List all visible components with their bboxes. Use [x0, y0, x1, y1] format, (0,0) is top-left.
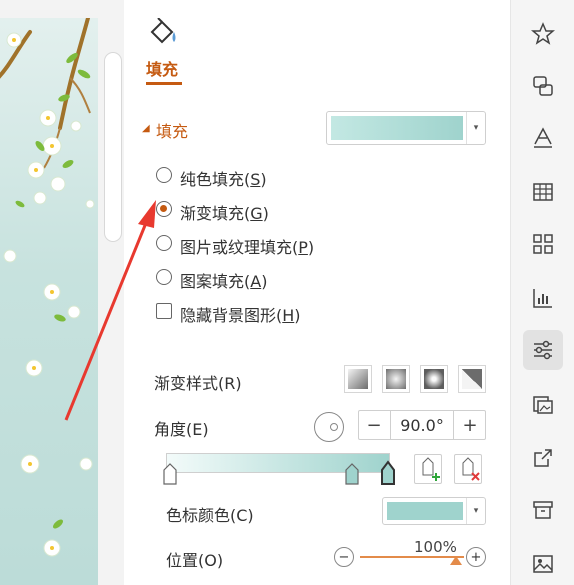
sidebar-archive[interactable] [523, 490, 563, 530]
tab-fill[interactable]: 填充 [146, 56, 178, 80]
collapse-triangle-icon[interactable]: ◢ [142, 123, 150, 134]
tab-fill-underline [146, 82, 182, 85]
slide-scrollbar-thumb[interactable] [104, 52, 122, 242]
gradient-path-swatch [462, 369, 482, 389]
right-tool-sidebar [510, 0, 574, 585]
sidebar-apps[interactable] [523, 224, 563, 264]
gradient-path-button[interactable] [458, 365, 486, 393]
option-label-end: ) [307, 238, 315, 257]
position-slider-thumb[interactable] [450, 556, 462, 565]
gradient-linear-button[interactable] [344, 365, 372, 393]
section-fill-label[interactable]: 填充 [156, 118, 188, 142]
stop-color-label: 色标颜色(C) [166, 506, 254, 525]
image-icon [533, 555, 553, 573]
gradient-stop-start[interactable] [163, 463, 177, 485]
grid-apps-icon [533, 234, 553, 254]
paint-bucket-icon[interactable] [148, 17, 180, 46]
position-decrement-button[interactable]: − [334, 547, 354, 567]
delete-gradient-stop-button[interactable] [454, 454, 482, 484]
fill-color-dropdown[interactable]: ▾ [326, 111, 486, 145]
gradient-rectangular-button[interactable] [420, 365, 448, 393]
option-shortcut: A [250, 272, 262, 291]
angle-stepper[interactable]: − 90.0° + [358, 410, 486, 440]
radio-button-selected[interactable] [156, 201, 172, 217]
option-shortcut: S [250, 170, 261, 189]
position-value: 100% [414, 538, 457, 556]
archive-box-icon [533, 501, 553, 519]
chevron-down-icon[interactable]: ▾ [466, 498, 485, 524]
checkbox-label-end: ) [294, 306, 301, 325]
option-label-end: ) [261, 272, 268, 291]
position-slider-track[interactable] [360, 556, 464, 558]
option-label-end: ) [260, 170, 267, 189]
sidebar-picture-frame[interactable] [523, 384, 563, 424]
option-label: 纯色填充( [180, 170, 251, 189]
gradient-stop-markers[interactable] [156, 458, 406, 488]
gradient-style-label: 渐变样式(R) [154, 374, 242, 393]
sidebar-shape-link[interactable] [523, 66, 563, 106]
checkbox-label: 隐藏背景图形( [180, 306, 283, 325]
gradient-linear-swatch [348, 369, 368, 389]
angle-label: 角度(E) [154, 420, 209, 439]
slide-canvas[interactable] [0, 16, 98, 585]
option-label: 图片或纹理填充( [180, 238, 299, 257]
radio-button[interactable] [156, 269, 172, 285]
option-shortcut: P [298, 238, 308, 257]
gradient-rectangular-swatch [424, 369, 444, 389]
slide-preview[interactable] [0, 0, 124, 585]
angle-dial[interactable] [314, 412, 344, 442]
picture-frame-icon [533, 396, 553, 414]
sidebar-shape-effects[interactable] [523, 14, 563, 54]
position-increment-button[interactable]: + [466, 547, 486, 567]
chevron-down-icon[interactable]: ▾ [466, 112, 485, 144]
gradient-radial-swatch [386, 369, 406, 389]
checkbox-shortcut: H [282, 306, 295, 325]
gradient-radial-button[interactable] [382, 365, 410, 393]
stop-color-swatch [387, 502, 463, 520]
stop-color-dropdown[interactable]: ▾ [382, 497, 486, 525]
sidebar-chart[interactable] [523, 278, 563, 318]
table-icon [533, 183, 553, 201]
blossom-background-image [0, 16, 95, 557]
sidebar-image[interactable] [523, 544, 563, 584]
text-fill-icon [534, 127, 552, 148]
option-label: 渐变填充( [180, 204, 251, 223]
star-shape-icon [531, 22, 555, 45]
checkbox[interactable] [156, 303, 172, 319]
angle-dial-knob-icon [330, 423, 338, 431]
angle-increment-button[interactable]: + [455, 411, 485, 439]
add-stop-icon [422, 457, 440, 481]
add-gradient-stop-button[interactable] [414, 454, 442, 484]
adjust-settings-icon [534, 340, 552, 360]
sidebar-adjust-settings[interactable] [523, 330, 563, 370]
share-export-icon [534, 449, 552, 467]
fill-properties-panel: 填充 ◢ 填充 ▾ 纯色填充(S) 渐变填充(G) 图片或纹理填充(P) 图案填… [124, 0, 510, 585]
position-label: 位置(O) [166, 551, 224, 570]
angle-value[interactable]: 90.0° [390, 411, 454, 439]
shape-link-icon [533, 76, 553, 96]
bar-chart-icon [533, 289, 552, 308]
radio-button[interactable] [156, 167, 172, 183]
fill-color-swatch [331, 116, 463, 140]
gradient-stop-selected[interactable] [381, 460, 395, 485]
angle-decrement-button[interactable]: − [359, 411, 389, 439]
delete-stop-icon [462, 457, 480, 481]
sidebar-share-export[interactable] [523, 438, 563, 478]
gradient-stop-middle[interactable] [345, 463, 359, 485]
sidebar-text-fill[interactable] [523, 118, 563, 158]
radio-button[interactable] [156, 235, 172, 251]
option-label-end: ) [262, 204, 269, 223]
option-label: 图案填充( [180, 272, 251, 291]
sidebar-table[interactable] [523, 172, 563, 212]
option-shortcut: G [250, 204, 263, 223]
